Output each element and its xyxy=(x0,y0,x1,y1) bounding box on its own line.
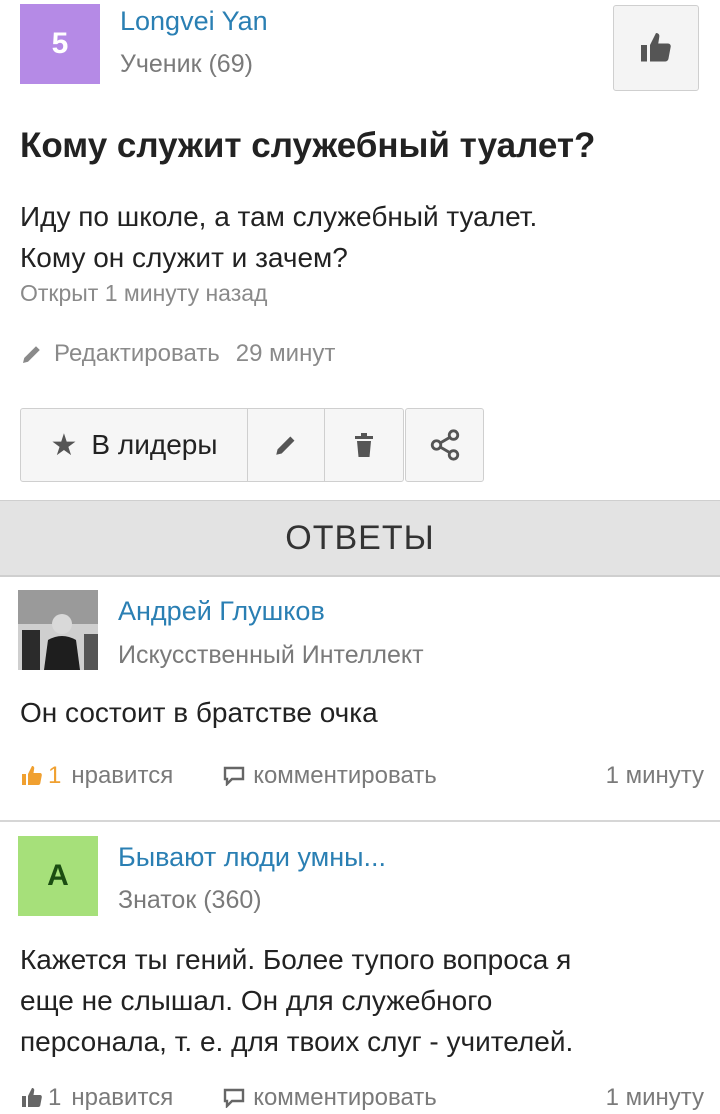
trash-icon xyxy=(355,433,373,457)
question-author: 5 Longvei Yan Ученик (69) xyxy=(20,4,700,94)
answer-item: Андрей Глушков Искусственный Интеллект О… xyxy=(0,578,720,822)
pencil-icon xyxy=(23,346,40,363)
answer-author-rank: Искусственный Интеллект xyxy=(118,641,424,669)
edit-label: Редактировать xyxy=(54,340,220,367)
question-body: Иду по школе, а там служебный туалет. Ко… xyxy=(20,196,700,278)
edit-time: 29 минут xyxy=(235,340,336,367)
leaders-label: В лидеры xyxy=(91,429,218,460)
question-body-line: Иду по школе, а там служебный туалет. xyxy=(20,201,538,232)
likes-label: нравится xyxy=(71,762,174,789)
author-rank: Ученик (69) xyxy=(120,50,253,78)
answer-item: А Бывают люди умны... Знаток (360) Кажет… xyxy=(0,824,720,1114)
likes-count: 1 xyxy=(48,1084,62,1111)
question-opened-time: Открыт 1 минуту назад xyxy=(20,280,268,306)
comment-label: комментировать xyxy=(253,762,437,789)
comment-icon xyxy=(223,1088,245,1108)
thumbs-up-icon xyxy=(641,33,671,62)
avatar[interactable]: А xyxy=(18,836,98,916)
question-title: Кому служит служебный туалет? xyxy=(20,126,596,165)
answer-text: Кажется ты гений. Более тупого вопроса я… xyxy=(20,939,700,1062)
like-button[interactable]: 1 нравится xyxy=(20,762,173,790)
comment-label: комментировать xyxy=(253,1084,437,1111)
likes-count: 1 xyxy=(48,762,62,789)
answer-meta: 1 нравится комментировать 1 минуту xyxy=(20,762,704,790)
like-button[interactable]: 1 нравится xyxy=(20,1084,173,1112)
avatar[interactable]: 5 xyxy=(20,4,100,84)
answer-author-rank: Знаток (360) xyxy=(118,886,262,914)
star-icon: ★ xyxy=(50,428,78,462)
answers-header: ОТВЕТЫ xyxy=(0,500,720,577)
pencil-icon xyxy=(276,436,295,455)
edit-button[interactable] xyxy=(247,408,325,482)
answer-text-line: еще не слышал. Он для служебного xyxy=(20,985,493,1016)
answer-time: 1 минуту xyxy=(605,762,704,789)
thumbs-up-icon xyxy=(22,1088,42,1107)
share-button[interactable] xyxy=(405,408,484,482)
avatar[interactable] xyxy=(18,590,98,670)
answer-author-name[interactable]: Андрей Глушков xyxy=(118,596,325,627)
answer-text-line: Кажется ты гений. Более тупого вопроса я xyxy=(20,944,572,975)
thumbs-up-icon xyxy=(22,766,42,785)
answer-text-line: Он состоит в братстве очка xyxy=(20,697,378,728)
question-actions: ★ В лидеры xyxy=(20,408,404,482)
answer-text: Он состоит в братстве очка xyxy=(20,692,700,733)
question-body-line: Кому он служит и зачем? xyxy=(20,242,348,273)
answer-text-line: персонала, т. е. для твоих слуг - учител… xyxy=(20,1026,574,1057)
author-name[interactable]: Longvei Yan xyxy=(120,6,268,37)
answer-time: 1 минуту xyxy=(605,1084,704,1111)
comment-button[interactable]: комментировать xyxy=(223,762,437,790)
leaders-button[interactable]: ★ В лидеры xyxy=(20,408,248,482)
like-question-button[interactable] xyxy=(613,5,699,91)
comment-icon xyxy=(223,766,245,786)
delete-button[interactable] xyxy=(324,408,404,482)
likes-label: нравится xyxy=(71,1084,174,1111)
answer-author-name[interactable]: Бывают люди умны... xyxy=(118,842,386,873)
comment-button[interactable]: комментировать xyxy=(223,1084,437,1112)
share-icon xyxy=(430,429,459,461)
edit-link[interactable]: Редактировать 29 минут xyxy=(20,340,335,368)
answer-meta: 1 нравится комментировать 1 минуту xyxy=(20,1084,704,1112)
